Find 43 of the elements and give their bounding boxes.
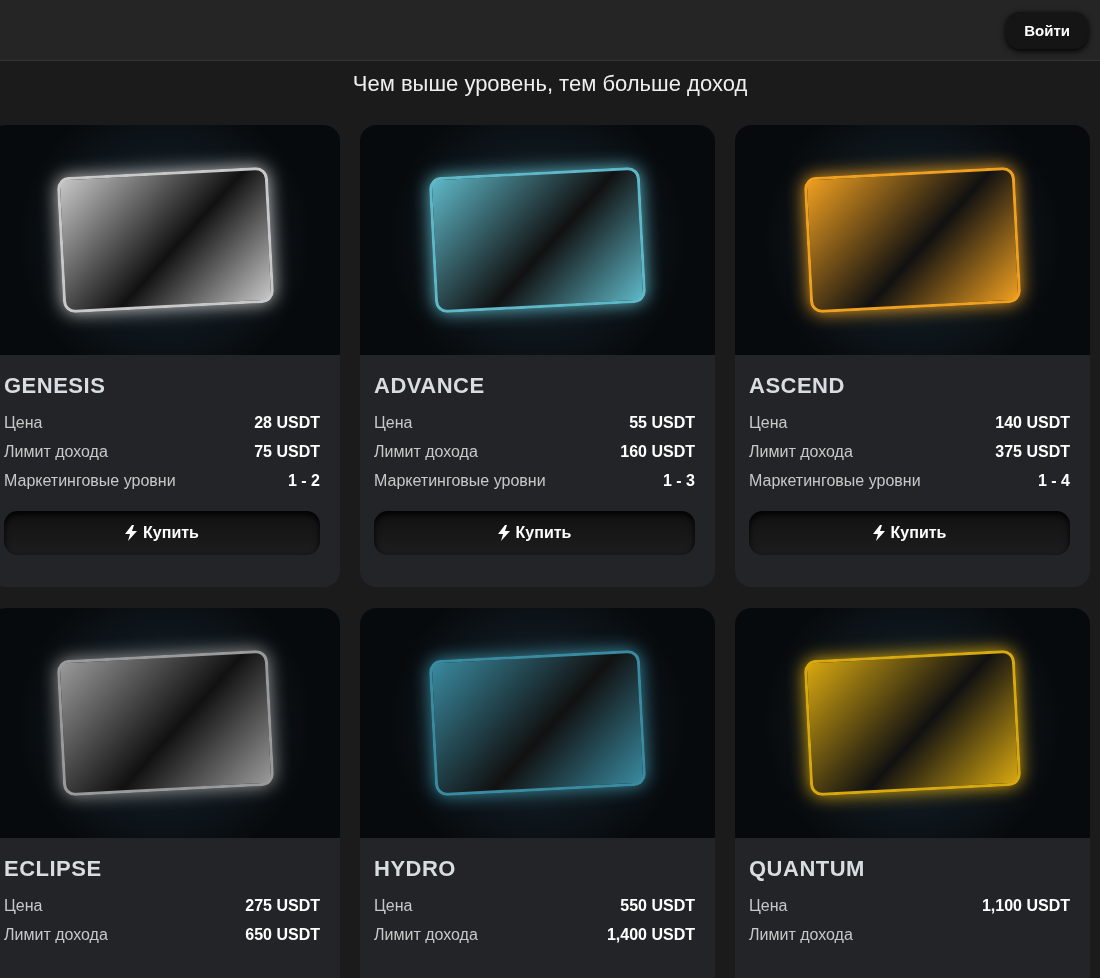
row-value: 160 USDT	[620, 443, 695, 461]
row-label: Цена	[4, 897, 43, 915]
row-label: Лимит дохода	[374, 443, 478, 461]
row-label: Цена	[374, 897, 413, 915]
plan-name: QUANTUM	[749, 856, 866, 882]
row-label: Лимит дохода	[374, 926, 478, 944]
row-label: Цена	[749, 897, 788, 915]
row-label: Лимит дохода	[4, 926, 108, 944]
row-label: Маркетинговые уровни	[374, 472, 546, 490]
row-value: 1 - 3	[663, 472, 695, 490]
row-value: 275 USDT	[245, 897, 320, 915]
row-value: 1,100 USDT	[981, 897, 1070, 915]
lightning-icon	[125, 525, 138, 541]
buy-button[interactable]: Купить	[4, 511, 320, 555]
buy-button[interactable]: Купить	[374, 511, 695, 555]
plan-name: ADVANCE	[374, 373, 486, 399]
row-value: 75 USDT	[254, 443, 320, 461]
row-value: 375 USDT	[995, 443, 1070, 461]
plan-name: HYDRO	[374, 856, 457, 882]
row-value: 650 USDT	[245, 926, 320, 944]
row-value: 1 - 4	[1038, 472, 1070, 490]
row-label: Маркетинговые уровни	[749, 472, 921, 490]
plan-name: GENESIS	[4, 373, 107, 399]
row-value: 550 USDT	[620, 897, 695, 915]
row-label: Цена	[374, 414, 413, 432]
row-value: 1 - 2	[288, 472, 320, 490]
plan-name: ASCEND	[749, 373, 846, 399]
page-title: Чем выше уровень, тем больше доход	[351, 70, 749, 97]
lightning-icon	[497, 525, 510, 541]
row-label: Лимит дохода	[749, 926, 853, 944]
lightning-icon	[872, 525, 885, 541]
row-value: 55 USDT	[629, 414, 695, 432]
row-label: Цена	[4, 414, 43, 432]
row-value: 140 USDT	[995, 414, 1070, 432]
row-label: Лимит дохода	[749, 443, 853, 461]
row-label: Цена	[749, 414, 788, 432]
row-value: 1,400 USDT	[606, 926, 695, 944]
buy-button[interactable]: Купить	[749, 511, 1070, 555]
row-value: 28 USDT	[254, 414, 320, 432]
row-label: Лимит дохода	[4, 443, 108, 461]
plan-name: ECLIPSE	[4, 856, 103, 882]
row-label: Маркетинговые уровни	[4, 472, 176, 490]
login-button[interactable]: Войти	[1006, 11, 1088, 49]
